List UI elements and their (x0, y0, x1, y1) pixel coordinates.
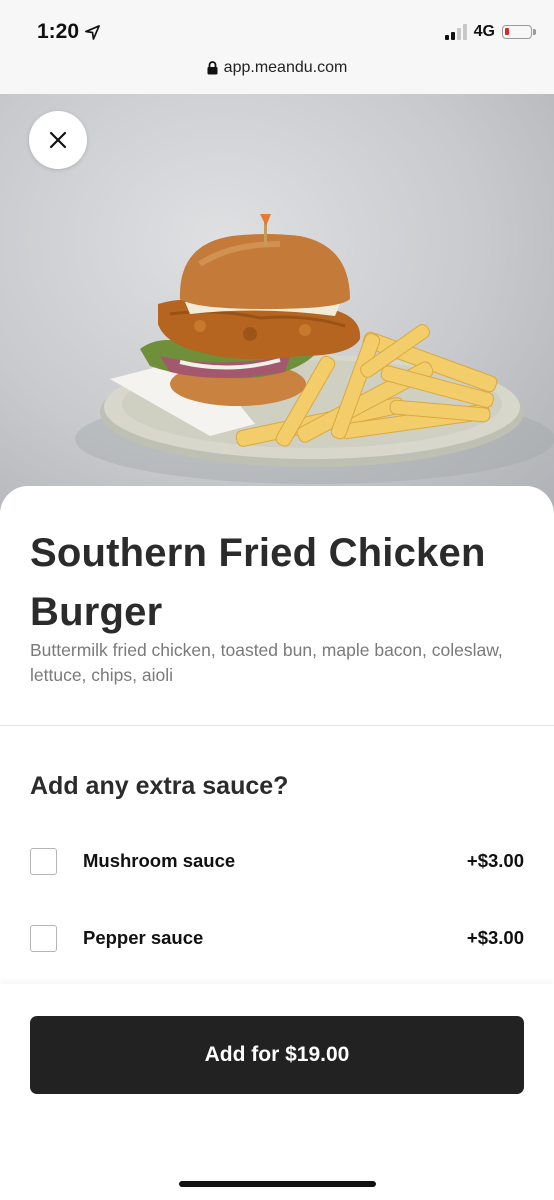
order-footer: Add for $19.00 (0, 984, 554, 1200)
add-to-order-button[interactable]: Add for $19.00 (30, 1016, 524, 1094)
battery-level (505, 28, 509, 35)
item-description: Buttermilk fried chicken, toasted bun, m… (30, 640, 503, 685)
location-arrow-icon (85, 24, 100, 40)
section-divider (0, 725, 554, 726)
option-price: +$3.00 (466, 927, 524, 948)
battery-low-icon (502, 25, 536, 39)
option-label: Pepper sauce (83, 927, 204, 948)
status-time: 1:20 (37, 20, 80, 43)
browser-status-bar: 1:20 4G app.meandu.com (0, 0, 554, 95)
signal-bars-icon (444, 24, 467, 40)
food-photo (0, 94, 554, 514)
option-label: Mushroom sauce (83, 850, 236, 871)
mushroom-sauce-checkbox[interactable] (30, 847, 57, 875)
status-indicators: 4G (444, 23, 536, 41)
item-title: Southern Fried Chicken Burger (30, 531, 486, 634)
burger-and-fries-illustration (75, 214, 554, 484)
address-bar[interactable]: app.meandu.com (0, 59, 554, 77)
option-row-pepper-sauce[interactable]: Pepper sauce +$3.00 (30, 923, 524, 953)
status-clock: 1:20 (37, 20, 100, 44)
pepper-sauce-checkbox[interactable] (30, 924, 57, 952)
screen: 1:20 4G app.meandu.com Southern Fried Ch… (0, 0, 554, 1200)
lock-icon (207, 61, 218, 75)
network-type: 4G (473, 23, 495, 40)
url-text: app.meandu.com (223, 59, 348, 76)
option-row-mushroom-sauce[interactable]: Mushroom sauce +$3.00 (30, 846, 524, 876)
option-price: +$3.00 (466, 850, 524, 871)
close-button[interactable] (29, 111, 87, 169)
close-icon (49, 131, 67, 149)
extras-heading: Add any extra sauce? (30, 772, 289, 800)
home-indicator[interactable] (179, 1181, 376, 1187)
